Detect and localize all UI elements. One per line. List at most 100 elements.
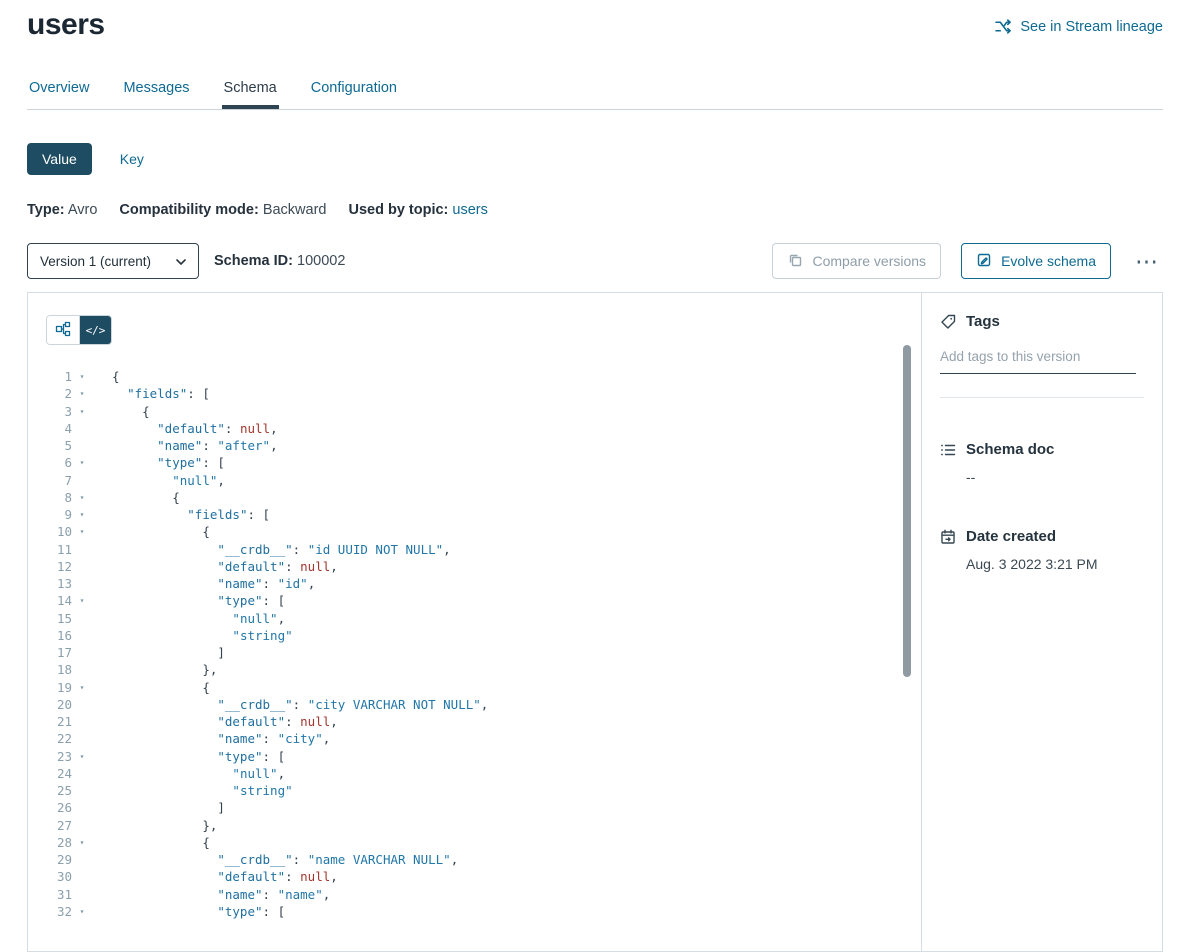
- date-created-section: Date created Aug. 3 2022 3:21 PM: [940, 528, 1144, 572]
- fold-gutter: [72, 886, 92, 903]
- tab-messages[interactable]: Messages: [121, 74, 191, 109]
- tab-overview[interactable]: Overview: [27, 74, 91, 109]
- tab-configuration[interactable]: Configuration: [309, 74, 399, 109]
- fold-gutter: [72, 437, 92, 454]
- version-select[interactable]: Version 1 (current): [27, 243, 199, 279]
- code-line-content: "type": [: [92, 592, 921, 609]
- code-line-content: "__crdb__": "city VARCHAR NOT NULL",: [92, 696, 921, 713]
- add-tags-input[interactable]: [940, 347, 1136, 374]
- tags-heading: Tags: [940, 313, 1144, 330]
- fold-gutter: [72, 610, 92, 627]
- code-line: 6▾ "type": [: [46, 454, 921, 471]
- line-number: 19: [46, 679, 72, 696]
- line-number: 17: [46, 644, 72, 661]
- fold-toggle-icon[interactable]: ▾: [72, 834, 92, 851]
- scrollbar-thumb[interactable]: [903, 345, 911, 677]
- type-meta: Type: Avro: [27, 202, 97, 218]
- line-number: 28: [46, 834, 72, 851]
- code-line-content: "type": [: [92, 454, 921, 471]
- line-number: 8: [46, 489, 72, 506]
- code-line: 28▾ {: [46, 834, 921, 851]
- compatibility-label: Compatibility mode:: [119, 202, 258, 218]
- scrollbar-track[interactable]: [903, 345, 911, 947]
- line-number: 9: [46, 506, 72, 523]
- line-number: 12: [46, 558, 72, 575]
- schema-sidebar: Tags Schema doc -- Date created: [922, 293, 1162, 951]
- line-number: 7: [46, 472, 72, 489]
- code-line: 5 "name": "after",: [46, 437, 921, 454]
- compatibility-value: Backward: [263, 202, 327, 218]
- evolve-schema-button[interactable]: Evolve schema: [961, 243, 1111, 279]
- code-line-content: "null",: [92, 610, 921, 627]
- line-number: 24: [46, 765, 72, 782]
- line-number: 4: [46, 420, 72, 437]
- fold-toggle-icon[interactable]: ▾: [72, 592, 92, 609]
- fold-gutter: [72, 730, 92, 747]
- line-number: 15: [46, 610, 72, 627]
- code-line-content: "name": "id",: [92, 575, 921, 592]
- code-line-content: "null",: [92, 472, 921, 489]
- code-line: 11 "__crdb__": "id UUID NOT NULL",: [46, 541, 921, 558]
- code-line: 31 "name": "name",: [46, 886, 921, 903]
- line-number: 10: [46, 523, 72, 540]
- line-number: 26: [46, 799, 72, 816]
- fold-toggle-icon[interactable]: ▾: [72, 385, 92, 402]
- line-number: 16: [46, 627, 72, 644]
- fold-gutter: [72, 851, 92, 868]
- value-toggle-button[interactable]: Value: [27, 143, 92, 175]
- code-line: 14▾ "type": [: [46, 592, 921, 609]
- date-created-heading-label: Date created: [966, 528, 1056, 545]
- fold-toggle-icon[interactable]: ▾: [72, 489, 92, 506]
- code-line-content: },: [92, 817, 921, 834]
- stream-lineage-link[interactable]: See in Stream lineage: [995, 18, 1163, 35]
- tree-view-button[interactable]: [47, 316, 79, 344]
- line-number: 29: [46, 851, 72, 868]
- topic-link[interactable]: users: [452, 202, 487, 218]
- code-line: 21 "default": null,: [46, 713, 921, 730]
- line-number: 31: [46, 886, 72, 903]
- fold-toggle-icon[interactable]: ▾: [72, 368, 92, 385]
- code-line: 13 "name": "id",: [46, 575, 921, 592]
- code-line: 2▾ "fields": [: [46, 385, 921, 402]
- overflow-menu-button[interactable]: ⋯: [1131, 256, 1163, 266]
- code-line-content: {: [92, 403, 921, 420]
- used-by-topic-meta: Used by topic: users: [348, 202, 487, 218]
- line-number: 6: [46, 454, 72, 471]
- fold-gutter: [72, 420, 92, 437]
- fold-toggle-icon[interactable]: ▾: [72, 679, 92, 696]
- used-by-topic-label: Used by topic:: [348, 202, 448, 218]
- fold-toggle-icon[interactable]: ▾: [72, 506, 92, 523]
- fold-toggle-icon[interactable]: ▾: [72, 523, 92, 540]
- code-line-content: ]: [92, 799, 921, 816]
- tab-schema[interactable]: Schema: [222, 74, 279, 109]
- fold-toggle-icon[interactable]: ▾: [72, 903, 92, 920]
- code-line: 26 ]: [46, 799, 921, 816]
- line-number: 23: [46, 748, 72, 765]
- value-key-toggle: Value Key: [27, 143, 1163, 175]
- code-line: 1▾{: [46, 368, 921, 385]
- code-line-content: "default": null,: [92, 558, 921, 575]
- code-line-content: "string": [92, 627, 921, 644]
- line-number: 21: [46, 713, 72, 730]
- code-lines: 1▾{2▾ "fields": [3▾ {4 "default": null,5…: [46, 368, 921, 920]
- compare-versions-button[interactable]: Compare versions: [772, 243, 941, 279]
- code-line-content: "__crdb__": "id UUID NOT NULL",: [92, 541, 921, 558]
- code-view-button[interactable]: </>: [79, 316, 111, 344]
- evolve-schema-icon: [976, 252, 992, 271]
- fold-toggle-icon[interactable]: ▾: [72, 748, 92, 765]
- stream-lineage-icon: [995, 18, 1012, 35]
- schema-page: users See in Stream lineage Overview Mes…: [0, 0, 1189, 952]
- code-line-content: {: [92, 834, 921, 851]
- fold-gutter: [72, 782, 92, 799]
- fold-toggle-icon[interactable]: ▾: [72, 454, 92, 471]
- date-created-heading: Date created: [940, 528, 1144, 545]
- stream-lineage-label: See in Stream lineage: [1020, 19, 1163, 35]
- date-created-value: Aug. 3 2022 3:21 PM: [966, 556, 1144, 572]
- code-line: 27 },: [46, 817, 921, 834]
- code-line-content: },: [92, 661, 921, 678]
- fold-gutter: [72, 644, 92, 661]
- fold-toggle-icon[interactable]: ▾: [72, 403, 92, 420]
- key-toggle-button[interactable]: Key: [118, 143, 146, 175]
- schema-doc-value: --: [966, 469, 1144, 485]
- code-line-content: "null",: [92, 765, 921, 782]
